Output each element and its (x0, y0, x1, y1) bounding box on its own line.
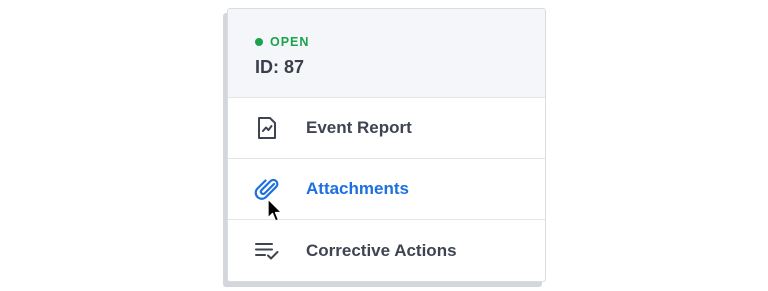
checklist-icon (254, 238, 280, 264)
menu-item-label: Attachments (306, 179, 409, 198)
record-header: OPEN ID: 87 (228, 9, 545, 98)
menu-item-corrective-actions[interactable]: Corrective Actions (228, 220, 545, 281)
menu-item-event-report[interactable]: Event Report (228, 98, 545, 159)
menu-item-attachments[interactable]: Attachments (228, 159, 545, 222)
chart-document-icon (254, 115, 280, 141)
record-card: OPEN ID: 87 Event Report Attachments Cor… (227, 8, 546, 282)
menu-item-label: Event Report (306, 118, 412, 137)
stage: OPEN ID: 87 Event Report Attachments Cor… (0, 0, 768, 291)
status-dot-icon (255, 38, 263, 46)
menu-item-label: Corrective Actions (306, 240, 457, 260)
status-badge: OPEN (255, 35, 545, 49)
status-text: OPEN (270, 35, 310, 49)
record-id: ID: 87 (255, 57, 305, 77)
